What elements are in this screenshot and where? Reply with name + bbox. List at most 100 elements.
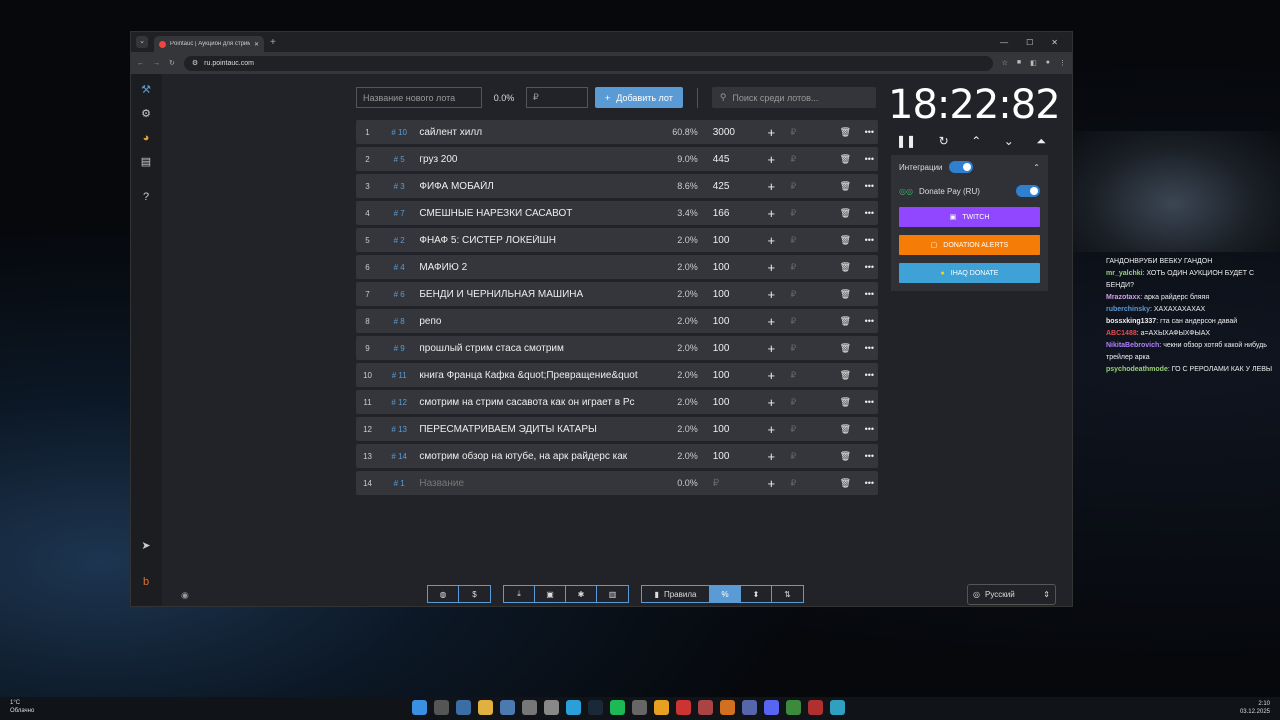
percent-toggle[interactable]: % xyxy=(710,586,741,602)
system-clock[interactable]: 2:10 03.12.2025 xyxy=(1240,700,1270,716)
add-amount-icon[interactable]: + xyxy=(752,206,790,221)
lot-name[interactable]: ФИФА МОБАЙЛ xyxy=(419,181,640,192)
sort-icon[interactable]: ⇅ xyxy=(772,586,803,602)
add-amount-icon[interactable]: + xyxy=(752,152,790,167)
start-icon[interactable] xyxy=(412,700,427,715)
add-time-icon[interactable]: ⌃ xyxy=(971,134,981,149)
lot-name[interactable]: ПЕРЕСМАТРИВАЕМ ЭДИТЫ КАТАРЫ xyxy=(419,424,640,435)
delete-lot-icon[interactable]: 🗑 xyxy=(830,154,861,165)
forward-icon[interactable]: → xyxy=(153,60,160,67)
steam-icon[interactable] xyxy=(588,700,603,715)
delete-lot-icon[interactable]: 🗑 xyxy=(830,181,861,192)
settings-gear-icon[interactable]: ⚙ xyxy=(138,106,154,122)
more-options-icon[interactable]: ••• xyxy=(861,478,878,488)
app2-icon[interactable] xyxy=(632,700,647,715)
discord-icon[interactable] xyxy=(764,700,779,715)
url-field[interactable]: ⚙ ru.pointauc.com xyxy=(183,55,993,71)
minimize-icon[interactable]: — xyxy=(1000,38,1008,47)
widgets-icon[interactable] xyxy=(456,700,471,715)
reload-icon[interactable]: ↻ xyxy=(169,59,175,67)
add-amount-icon[interactable]: + xyxy=(752,233,790,248)
save-icon[interactable]: ▣ xyxy=(535,586,566,602)
delete-lot-icon[interactable]: 🗑 xyxy=(830,208,861,219)
add-amount-icon[interactable]: + xyxy=(752,179,790,194)
lot-amount[interactable]: 100 xyxy=(698,343,752,354)
extensions-puzzle-icon[interactable]: ◧ xyxy=(1030,59,1037,67)
reset-icon[interactable]: ↻ xyxy=(939,134,949,149)
clear-icon[interactable]: ▥ xyxy=(597,586,628,602)
browser-menu-icon[interactable]: ⋮ xyxy=(1059,59,1066,67)
lot-name[interactable]: СМЕШНЫЕ НАРЕЗКИ САСАВОТ xyxy=(419,208,640,219)
lot-name[interactable]: смотрим обзор на ютубе, на арк райдерс к… xyxy=(419,451,640,462)
add-lot-button[interactable]: + Добавить лот xyxy=(595,87,683,108)
lot-name[interactable]: МАФИЮ 2 xyxy=(419,262,640,273)
app4-icon[interactable] xyxy=(698,700,713,715)
rules-button[interactable]: ▮ Правила xyxy=(642,586,710,602)
tab-search-icon[interactable]: ⌄ xyxy=(136,36,148,48)
chat-username[interactable]: Mrazotaxx xyxy=(1106,294,1140,301)
more-options-icon[interactable]: ••• xyxy=(861,343,878,353)
lot-name[interactable]: сайлент хилл xyxy=(419,127,640,138)
lot-amount[interactable]: 166 xyxy=(698,208,752,219)
add-amount-icon[interactable]: + xyxy=(752,395,790,410)
chat-username[interactable]: mr_yalchki xyxy=(1106,270,1143,277)
boosty-icon[interactable]: b xyxy=(138,574,154,590)
spotify-icon[interactable] xyxy=(610,700,625,715)
site-info-icon[interactable]: ⚙ xyxy=(192,59,198,67)
extension-icon[interactable]: ■ xyxy=(1017,59,1021,67)
app8-icon[interactable] xyxy=(830,700,845,715)
calendar-icon[interactable] xyxy=(544,700,559,715)
delete-lot-icon[interactable]: 🗑 xyxy=(830,478,861,489)
lot-amount[interactable]: 3000 xyxy=(698,127,752,138)
add-amount-icon[interactable]: + xyxy=(752,476,790,491)
app3-icon[interactable] xyxy=(676,700,691,715)
more-options-icon[interactable]: ••• xyxy=(861,127,878,137)
minecraft-icon[interactable] xyxy=(786,700,801,715)
integrations-toggle[interactable] xyxy=(948,161,973,173)
new-lot-name-input[interactable]: Название нового лота xyxy=(356,87,482,108)
lot-name[interactable]: БЕНДИ И ЧЕРНИЛЬНАЯ МАШИНА xyxy=(419,289,640,300)
lot-name[interactable]: книга Франца Кафка &quot;Превращение&quo… xyxy=(419,370,640,381)
more-options-icon[interactable]: ••• xyxy=(861,208,878,218)
ihaq-donate-button[interactable]: ● IHAQ DONATE xyxy=(899,263,1040,283)
app6-icon[interactable] xyxy=(742,700,757,715)
more-options-icon[interactable]: ••• xyxy=(861,289,878,299)
chat-username[interactable]: ABC1488 xyxy=(1106,330,1137,337)
delete-lot-icon[interactable]: 🗑 xyxy=(830,397,861,408)
profile-icon[interactable]: ● xyxy=(1046,59,1050,67)
new-lot-amount-input[interactable]: ₽ xyxy=(526,87,588,108)
chat-username[interactable]: ruberchinsky xyxy=(1106,306,1150,313)
delete-lot-icon[interactable]: 🗑 xyxy=(830,370,861,381)
delete-lot-icon[interactable]: 🗑 xyxy=(830,127,861,138)
twitch-button[interactable]: ▣ TWITCH xyxy=(899,207,1040,227)
lot-amount[interactable]: 100 xyxy=(698,424,752,435)
chat-username[interactable]: psychodeathmode xyxy=(1106,366,1168,373)
lot-amount[interactable]: 425 xyxy=(698,181,752,192)
delete-lot-icon[interactable]: 🗑 xyxy=(830,262,861,273)
delete-lot-icon[interactable]: 🗑 xyxy=(830,424,861,435)
mail-icon[interactable] xyxy=(500,700,515,715)
chrome-icon[interactable] xyxy=(654,700,669,715)
add-amount-icon[interactable]: + xyxy=(752,125,790,140)
donatepay-toggle[interactable] xyxy=(1016,185,1040,197)
add-amount-icon[interactable]: + xyxy=(752,260,790,275)
lot-amount[interactable]: 100 xyxy=(698,316,752,327)
auction-hammer-icon[interactable]: ⚒ xyxy=(138,82,154,98)
lot-name[interactable]: репо xyxy=(419,316,640,327)
add-amount-icon[interactable]: + xyxy=(752,368,790,383)
add-amount-icon[interactable]: + xyxy=(752,314,790,329)
donate-dollar-icon[interactable]: $ xyxy=(459,586,490,602)
more-options-icon[interactable]: ••• xyxy=(861,262,878,272)
donation-alerts-button[interactable]: ▢ DONATION ALERTS xyxy=(899,235,1040,255)
github-icon[interactable]: ◍ xyxy=(428,586,459,602)
pause-icon[interactable]: ❚❚ xyxy=(896,134,916,149)
lot-amount[interactable]: 100 xyxy=(698,235,752,246)
lot-amount[interactable]: 445 xyxy=(698,154,752,165)
close-window-icon[interactable]: ✕ xyxy=(1051,38,1058,47)
download-icon[interactable]: ⤓ xyxy=(504,586,535,602)
lot-amount[interactable]: 100 xyxy=(698,289,752,300)
lot-name[interactable]: груз 200 xyxy=(419,154,640,165)
telegram-taskbar-icon[interactable] xyxy=(566,700,581,715)
search-taskbar-icon[interactable] xyxy=(434,700,449,715)
lot-name[interactable]: прошлый стрим стаса смотрим xyxy=(419,343,640,354)
